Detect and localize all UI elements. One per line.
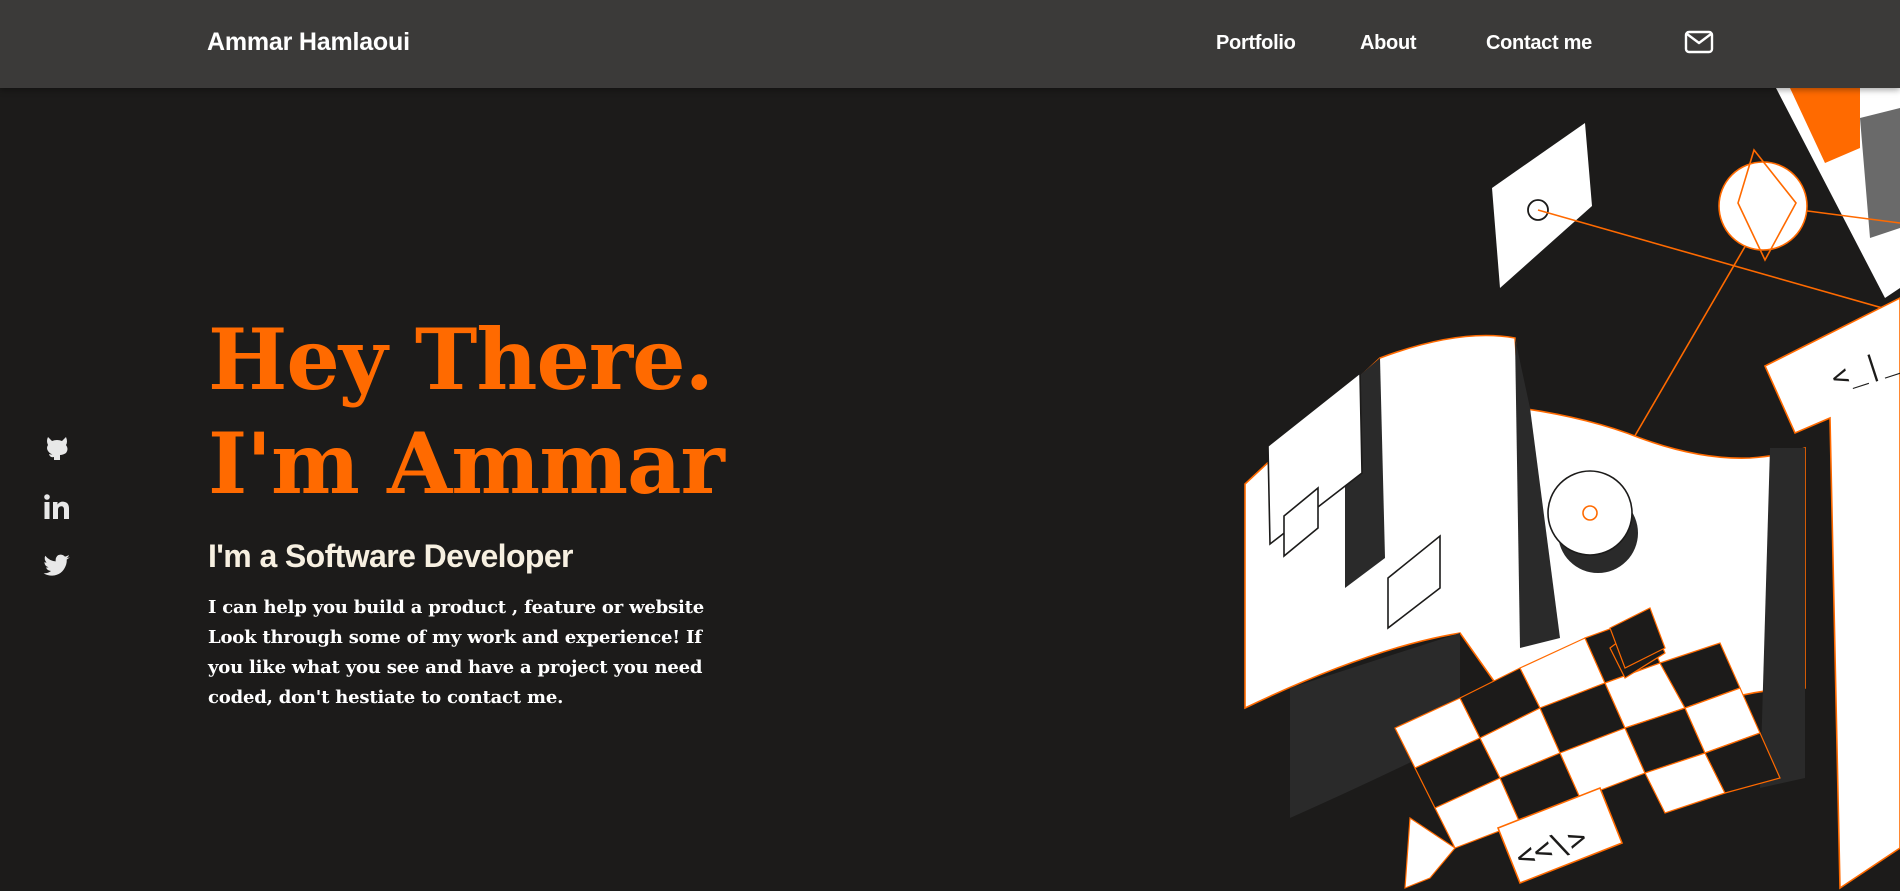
nav-link-portfolio[interactable]: Portfolio [1216, 32, 1296, 55]
mail-button[interactable] [1684, 30, 1714, 54]
hero-illustration: <_|_ <<\> [1244, 88, 1900, 890]
twitter-link[interactable] [43, 552, 71, 580]
linkedin-icon [44, 494, 69, 519]
hero-description: I can help you build a product , feature… [208, 597, 704, 708]
hero-title: Hey There. I'm Ammar [208, 308, 725, 516]
hero-name: I'm Ammar [208, 414, 725, 513]
twitter-icon [43, 554, 70, 576]
navbar: Ammar Hamlaoui Portfolio About Contact m… [0, 0, 1900, 88]
nav-link-contact[interactable]: Contact me [1486, 32, 1592, 55]
linkedin-link[interactable] [43, 493, 71, 521]
hero-subtitle: I'm a Software Developer [208, 538, 574, 574]
brand-logo-link[interactable]: Ammar Hamlaoui [207, 28, 410, 57]
nav-link-about[interactable]: About [1360, 32, 1417, 55]
github-link[interactable] [43, 434, 71, 462]
mail-icon [1684, 30, 1714, 54]
github-icon [47, 437, 68, 460]
hero-greeting: Hey There. [208, 310, 714, 409]
